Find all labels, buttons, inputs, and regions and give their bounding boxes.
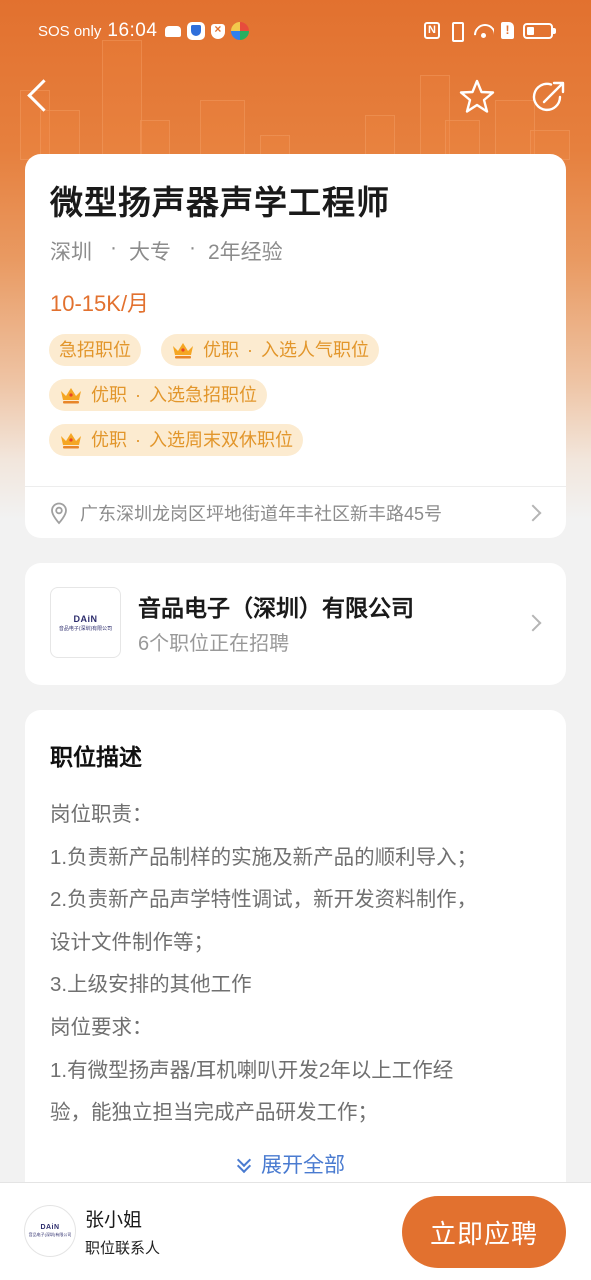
- tag-label: 优职: [91, 430, 127, 450]
- crown-icon: [61, 388, 81, 404]
- tag-detail: 入选周末双休职位: [149, 430, 293, 450]
- job-education: 大专: [129, 241, 171, 264]
- contact-avatar: DAiN 音品电子(深圳)有限公司: [24, 1205, 76, 1257]
- meta-separator: ·: [189, 236, 196, 259]
- job-summary-card: 微型扬声器声学工程师 深圳 · 大专 · 2年经验 10-15K/月 急招职位 …: [25, 154, 566, 538]
- tag-label: 优职: [91, 385, 127, 405]
- security-icon: [211, 22, 226, 39]
- company-jobs-count: 6个职位正在招聘: [138, 633, 290, 655]
- nfc-icon: N: [424, 22, 440, 39]
- contact-role: 职位联系人: [85, 1240, 161, 1257]
- company-logo: DAiN 音品电子(深圳)有限公司: [50, 587, 121, 658]
- job-salary: 10-15K/月: [50, 291, 150, 316]
- share-icon: [532, 81, 565, 112]
- back-button[interactable]: [22, 78, 58, 114]
- bottom-action-bar: DAiN 音品电子(深圳)有限公司 张小姐 职位联系人 立即应聘: [0, 1182, 591, 1280]
- company-name: 音品电子（深圳）有限公司: [138, 595, 414, 621]
- description-line: 1.负责新产品制样的实施及新产品的顺利导入；: [50, 845, 478, 869]
- tag-weekend-pick: 优职 · 入选周末双休职位: [49, 424, 303, 456]
- description-line: 岗位职责：: [50, 803, 153, 826]
- tag-label: 优职: [203, 340, 239, 360]
- description-line: 设计文件制作等；: [50, 930, 214, 954]
- job-meta: 深圳 · 大专 · 2年经验: [50, 236, 283, 266]
- browser-icon: [231, 22, 250, 40]
- favorite-button[interactable]: [458, 78, 496, 116]
- section-title: 职位描述: [50, 744, 142, 770]
- clock: 16:04: [107, 20, 158, 41]
- meta-separator: ·: [110, 236, 117, 259]
- tag-label: 急招职位: [59, 340, 131, 360]
- tag-popular: 优职 · 入选人气职位: [161, 334, 379, 366]
- apply-now-button[interactable]: 立即应聘: [402, 1196, 566, 1268]
- description-body: 岗位职责： 1.负责新产品制样的实施及新产品的顺利导入； 2.负责新产品声学特性…: [50, 794, 540, 1135]
- chevron-right-icon: [524, 504, 542, 522]
- chevron-right-icon: [524, 614, 542, 632]
- job-experience: 2年经验: [208, 241, 283, 264]
- description-line: 岗位要求：: [50, 1015, 153, 1039]
- expand-all-button[interactable]: 展开全部: [235, 1149, 345, 1179]
- vibrate-icon: [447, 22, 465, 42]
- description-line: 验，能独立担当完成产品研发工作；: [50, 1101, 378, 1125]
- crown-icon: [173, 343, 193, 359]
- double-chevron-down-icon: [235, 1155, 253, 1173]
- star-outline-icon: [459, 79, 495, 113]
- shield-app-icon: [187, 22, 206, 40]
- status-bar: SOS only 16:04 N !: [0, 0, 591, 64]
- crown-icon: [61, 433, 81, 449]
- company-card[interactable]: DAiN 音品电子(深圳)有限公司 音品电子（深圳）有限公司 6个职位正在招聘: [25, 563, 566, 685]
- job-location: 深圳: [50, 241, 92, 264]
- tag-detail: 入选急招职位: [149, 385, 257, 405]
- job-description-card: 职位描述 岗位职责： 1.负责新产品制样的实施及新产品的顺利导入； 2.负责新产…: [25, 710, 566, 1210]
- address-row[interactable]: 广东深圳龙岗区坪地街道年丰社区新丰路45号: [25, 487, 566, 538]
- contact-name: 张小姐: [85, 1210, 143, 1231]
- tag-urgent-pick: 优职 · 入选急招职位: [49, 379, 267, 411]
- battery-icon: [523, 22, 556, 39]
- sim-alert-icon: !: [501, 22, 514, 39]
- tag-detail: 入选人气职位: [261, 340, 369, 360]
- job-title: 微型扬声器声学工程师: [50, 184, 390, 221]
- expand-label: 展开全部: [261, 1154, 345, 1177]
- share-button[interactable]: [530, 78, 568, 116]
- carrier-label: SOS only: [38, 22, 102, 40]
- address-text: 广东深圳龙岗区坪地街道年丰社区新丰路45号: [80, 504, 443, 524]
- game-icon: [165, 25, 182, 37]
- description-line: 3.上级安排的其他工作: [50, 973, 252, 997]
- description-line: 2.负责新产品声学特性调试，新开发资料制作，: [50, 888, 478, 912]
- wifi-icon: [472, 22, 494, 39]
- job-tags: 急招职位 优职 · 入选人气职位 优职 · 入选急招职位 优职 · 入选周末双休…: [49, 334, 549, 469]
- tag-urgent: 急招职位: [49, 334, 141, 366]
- location-pin-icon: [51, 502, 67, 525]
- description-line: 1.有微型扬声器/耳机喇叭开发2年以上工作经: [50, 1058, 454, 1082]
